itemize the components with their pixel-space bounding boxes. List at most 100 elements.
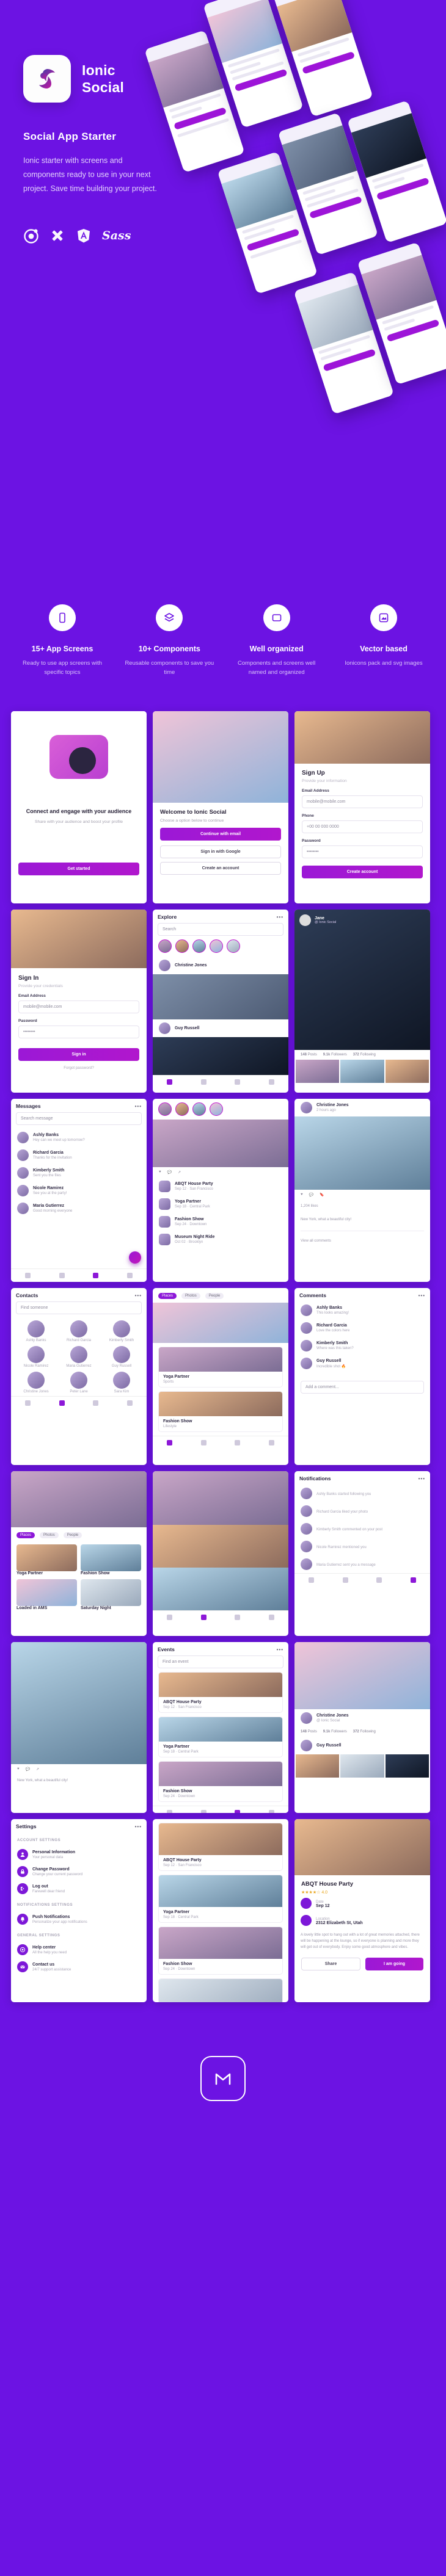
screen-signin[interactable]: Sign In Provide your credentials Email A… (11, 910, 147, 1093)
photo-gallery[interactable] (294, 1060, 430, 1084)
more-icon[interactable]: ••• (277, 1647, 283, 1652)
screen-welcome[interactable]: Welcome to Ionic Social Choose a option … (153, 711, 288, 904)
list-item[interactable]: Fashion Show Sep 24 · Downtown (158, 1927, 283, 1975)
heart-icon[interactable]: ♥ (301, 1193, 303, 1197)
welcome-create-account-button[interactable]: Create an account (160, 862, 281, 875)
list-item[interactable]: ABQT House Party Sep 12 · San Francisco (153, 1178, 288, 1195)
tab-people[interactable]: People (63, 1532, 82, 1539)
share-icon[interactable]: ↗ (36, 1767, 39, 1771)
photo-gallery[interactable] (294, 1754, 430, 1778)
screen-feed[interactable]: ♥ 💬 ↗ ABQT House Party Sep 12 · San Francis… (153, 1099, 288, 1283)
explore-search-input[interactable]: Search (158, 923, 283, 936)
comment-icon[interactable]: 💬 (26, 1767, 30, 1771)
contacts-grid[interactable]: Ashly Banks Richard Garcia Kimberly Smit… (11, 1318, 147, 1396)
events-search-input[interactable]: Find an event (158, 1655, 283, 1669)
messages-search-input[interactable]: Search message (16, 1112, 142, 1126)
screen-comments[interactable]: Comments ••• Ashly Banks This looks amazin… (294, 1288, 430, 1466)
screen-gallery[interactable] (153, 1471, 288, 1637)
signin-cta[interactable]: Sign in (18, 1048, 139, 1062)
contacts-search-input[interactable]: Find someone (16, 1301, 142, 1315)
post-actions[interactable]: ♥ 💬 ↗ (11, 1764, 147, 1775)
screen-profile-alt[interactable]: Christine Jones @ Ionic Social 148 Posts … (294, 1642, 430, 1814)
comment-icon[interactable]: 💬 (167, 1170, 172, 1174)
story-row[interactable] (153, 1099, 288, 1120)
list-item[interactable]: Maria Gutierrez Good morning everyone (11, 1199, 147, 1217)
post-actions[interactable]: ♥ 💬 ↗ (153, 1167, 288, 1178)
discover-tabs[interactable]: Places Photos People (153, 1288, 288, 1303)
list-item[interactable]: Kimberly Smith commented on your post (294, 1520, 430, 1538)
signup-cta[interactable]: Create account (302, 866, 423, 879)
screen-signup[interactable]: Sign Up Provide your information Email A… (294, 711, 430, 904)
tab-people[interactable]: People (205, 1293, 224, 1300)
list-item[interactable]: Saturday Night (81, 1579, 141, 1610)
post-comments-link[interactable]: View all comments (301, 1239, 424, 1245)
more-icon[interactable]: ••• (135, 1824, 142, 1829)
settings-item-contact-us[interactable]: Contact us 24/7 support assistance (11, 1958, 147, 1975)
screen-events-list[interactable]: ABQT House Party Sep 12 · San Francisco Y… (153, 1819, 288, 2003)
profile-header[interactable]: Christine Jones @ Ionic Social (294, 1709, 430, 1727)
comment-input[interactable]: Add a comment... (301, 1381, 424, 1394)
screen-messages[interactable]: Messages ••• Search message Ashly Banks He… (11, 1099, 147, 1283)
list-item[interactable]: Fashion Show (81, 1544, 141, 1576)
screen-explore[interactable]: Explore ••• Search Christine Jones Guy Ru… (153, 910, 288, 1093)
story-row[interactable] (153, 936, 288, 957)
tab-photos[interactable]: Photos (181, 1293, 200, 1300)
list-item[interactable]: Maria Gutierrez sent you a message (294, 1555, 430, 1573)
discover-tabs[interactable]: Places Photos People (11, 1527, 147, 1542)
settings-item-log-out[interactable]: Log out Farewell dear friend (11, 1880, 147, 1897)
list-item[interactable]: Ashly Banks started following you (294, 1485, 430, 1502)
list-item[interactable]: Yoga Partner Sep 18 · Central Park (158, 1875, 283, 1923)
list-item[interactable]: Nicole Ramirez mentioned you (294, 1538, 430, 1555)
signin-email-input[interactable]: mobile@mobile.com (18, 1000, 139, 1014)
list-item[interactable]: ABQT House Party Sep 12 · San Francisco (158, 1823, 283, 1872)
share-icon[interactable]: ↗ (178, 1170, 181, 1174)
list-item[interactable]: Richard Garcia Love the colors here (294, 1319, 430, 1337)
new-message-fab[interactable] (129, 1251, 141, 1264)
list-item[interactable]: Fashion Show Lifestyle (158, 1391, 283, 1433)
settings-item-change-password[interactable]: Change Password Change your current passw… (11, 1863, 147, 1880)
list-item[interactable]: Fashion Show Sep 24 · Downtown (153, 1213, 288, 1231)
event-share-button[interactable]: Share (301, 1958, 360, 1971)
list-item[interactable]: Yoga Partner Sports (158, 1347, 283, 1388)
list-item[interactable]: Christine Jones (153, 957, 288, 974)
more-icon[interactable]: ••• (135, 1104, 142, 1109)
tab-photos[interactable]: Photos (40, 1532, 59, 1539)
tab-bar[interactable] (11, 1396, 147, 1410)
list-item[interactable]: Nicole Ramirez See you at the party! (11, 1182, 147, 1199)
onboarding-cta[interactable]: Get started (18, 862, 139, 875)
more-icon[interactable]: ••• (419, 1293, 425, 1298)
more-icon[interactable]: ••• (277, 914, 283, 920)
list-item[interactable]: Yoga Partner Sep 18 · Central Park (153, 1195, 288, 1213)
list-item[interactable]: Yoga Partner (16, 1544, 77, 1576)
list-item[interactable]: Kimberly Smith Where was this taken? (294, 1337, 430, 1355)
post-actions[interactable]: ♥ 💬 🔖 (294, 1190, 430, 1200)
screen-events[interactable]: Events ••• Find an event ABQT House Party… (153, 1642, 288, 1814)
screen-discover[interactable]: Places Photos People Yoga Partner Sports … (153, 1288, 288, 1466)
tab-places[interactable]: Places (158, 1293, 177, 1300)
list-item[interactable]: Yoga Partner Sep 18 · Central Park (158, 1717, 283, 1758)
list-item[interactable]: Museum Night RideOct 02 · Brooklyn (153, 1231, 288, 1248)
list-item[interactable]: ABQT House Party Sep 12 · San Francisco (158, 1672, 283, 1713)
post-author-row[interactable]: Christine Jones 2 hours ago (294, 1099, 430, 1116)
list-item[interactable]: Loaded in AMS (16, 1579, 77, 1610)
heart-icon[interactable]: ♥ (17, 1767, 20, 1771)
list-item[interactable]: Guy Russell (153, 1019, 288, 1037)
list-item[interactable]: Guy Russell Incredible shot 🔥 (294, 1355, 430, 1372)
tab-bar[interactable] (153, 1610, 288, 1624)
screen-notifications[interactable]: Notifications ••• Ashly Banks started fol… (294, 1471, 430, 1637)
screen-settings[interactable]: Settings ••• ACCOUNT SETTINGS Personal In… (11, 1819, 147, 2003)
screen-post-detail[interactable]: Christine Jones 2 hours ago ♥ 💬 🔖 1,204 lik… (294, 1099, 430, 1283)
bookmark-icon[interactable]: 🔖 (320, 1193, 324, 1197)
screen-profile[interactable]: Jane @ Ionic Social 148 Posts 9.1k Follo… (294, 910, 430, 1093)
screen-discover-cards[interactable]: Places Photos People Yoga Partner Fashio… (11, 1471, 147, 1637)
more-icon[interactable]: ••• (419, 1476, 425, 1482)
signin-forgot-link[interactable]: Forgot password? (11, 1066, 147, 1070)
tab-bar[interactable] (153, 1436, 288, 1450)
event-going-button[interactable]: I am going (365, 1958, 423, 1971)
settings-item-push-notifications[interactable]: Push Notifications Personalize your app n… (11, 1911, 147, 1928)
heart-icon[interactable]: ♥ (159, 1170, 161, 1174)
list-item[interactable]: Richard Garcia liked your photo (294, 1502, 430, 1520)
welcome-email-button[interactable]: Continue with email (160, 828, 281, 841)
comment-icon[interactable]: 💬 (309, 1193, 313, 1197)
screen-event-detail[interactable]: ABQT House Party ★★★★☆ 4.0 Date Sep 12 Lo… (294, 1819, 430, 2003)
